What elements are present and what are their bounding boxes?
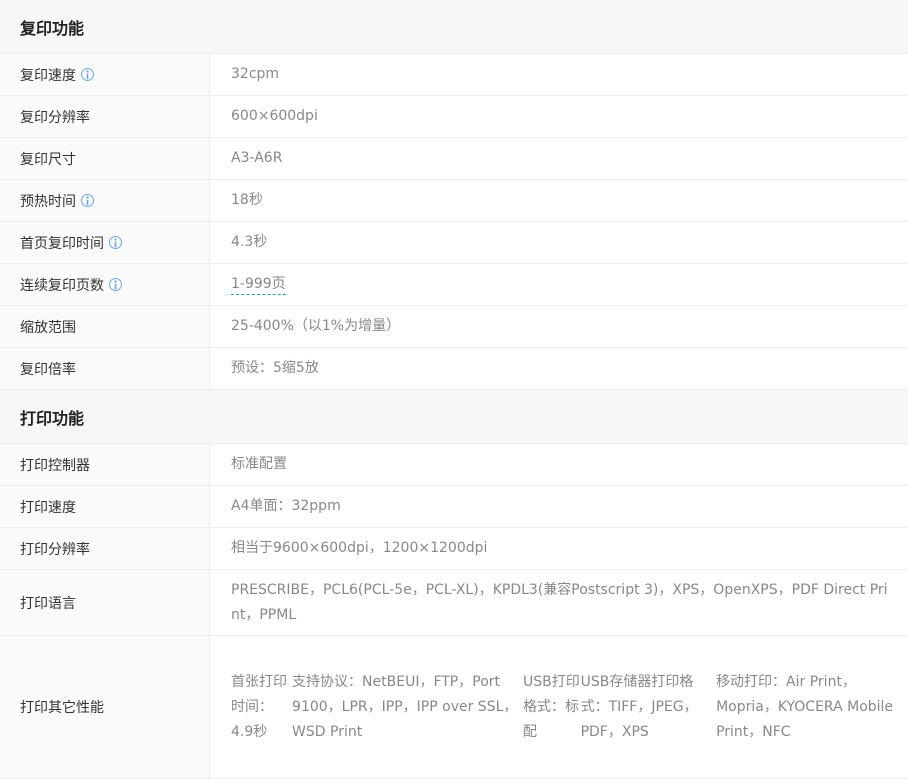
section-header-print: 打印功能 bbox=[0, 390, 908, 444]
spec-label-text: 打印分辨率 bbox=[20, 541, 90, 558]
spec-value-text: 18秒 bbox=[231, 192, 263, 208]
spec-row-print-language: 打印语言 PRESCRIBE，PCL6(PCL-5e，PCL-XL)，KPDL3… bbox=[0, 570, 908, 636]
spec-value-text: A3-A6R bbox=[231, 150, 283, 166]
spec-value: PRESCRIBE，PCL6(PCL-5e，PCL-XL)，KPDL3(兼容Po… bbox=[210, 570, 908, 635]
spec-label: 打印其它性能 bbox=[0, 636, 210, 778]
spec-value: 标准配置 bbox=[210, 444, 908, 485]
info-icon[interactable] bbox=[81, 68, 94, 81]
spec-value: 32cpm bbox=[210, 54, 908, 95]
spec-label-text: 复印分辨率 bbox=[20, 109, 90, 126]
spec-label-text: 打印速度 bbox=[20, 499, 76, 516]
spec-value: A3-A6R bbox=[210, 138, 908, 179]
spec-row-copy-size: 复印尺寸 A3-A6R bbox=[0, 138, 908, 180]
spec-label-text: 复印倍率 bbox=[20, 361, 76, 378]
section-title: 打印功能 bbox=[20, 408, 85, 428]
spec-row-first-copy-time: 首页复印时间 4.3秒 bbox=[0, 222, 908, 264]
spec-value: 相当于9600×600dpi，1200×1200dpi bbox=[210, 528, 908, 569]
spec-value-text: A4单面：32ppm bbox=[231, 498, 341, 514]
spec-label: 复印分辨率 bbox=[0, 96, 210, 137]
spec-label: 打印语言 bbox=[0, 570, 210, 635]
spec-value-text: 预设：5缩5放 bbox=[231, 360, 319, 376]
spec-label: 打印分辨率 bbox=[0, 528, 210, 569]
section-header-copy: 复印功能 bbox=[0, 0, 908, 54]
spec-label: 复印倍率 bbox=[0, 348, 210, 389]
spec-value: 预设：5缩5放 bbox=[210, 348, 908, 389]
spec-value-text: 32cpm bbox=[231, 66, 280, 82]
spec-label: 复印速度 bbox=[0, 54, 210, 95]
spec-value-text: PRESCRIBE，PCL6(PCL-5e，PCL-XL)，KPDL3(兼容Po… bbox=[231, 581, 888, 623]
spec-value-text: 相当于9600×600dpi，1200×1200dpi bbox=[231, 540, 488, 556]
spec-row-print-resolution: 打印分辨率 相当于9600×600dpi，1200×1200dpi bbox=[0, 528, 908, 570]
info-icon[interactable] bbox=[81, 194, 94, 207]
spec-label-text: 复印速度 bbox=[20, 67, 76, 84]
spec-label: 打印控制器 bbox=[0, 444, 210, 485]
spec-label-text: 缩放范围 bbox=[20, 319, 76, 336]
spec-row-warmup-time: 预热时间 18秒 bbox=[0, 180, 908, 222]
spec-label: 缩放范围 bbox=[0, 306, 210, 347]
spec-value-line: 首张打印时间：4.9秒 bbox=[231, 673, 287, 740]
spec-value-line: USB打印格式：标配 bbox=[522, 673, 580, 740]
spec-label: 连续复印页数 bbox=[0, 264, 210, 305]
section-title: 复印功能 bbox=[20, 18, 85, 38]
spec-value-text: 4.3秒 bbox=[231, 234, 268, 250]
spec-label: 预热时间 bbox=[0, 180, 210, 221]
spec-row-copy-resolution: 复印分辨率 600×600dpi bbox=[0, 96, 908, 138]
spec-label-text: 打印控制器 bbox=[20, 457, 90, 474]
spec-value: 18秒 bbox=[210, 180, 908, 221]
spec-value-line: 支持协议：NetBEUI，FTP，Port 9100，LPR，IPP，IPP o… bbox=[292, 673, 518, 740]
spec-label: 打印速度 bbox=[0, 486, 210, 527]
spec-value: 4.3秒 bbox=[210, 222, 908, 263]
spec-value-text: 600×600dpi bbox=[231, 108, 318, 124]
spec-value: 1-999页 bbox=[210, 264, 908, 305]
spec-label: 复印尺寸 bbox=[0, 138, 210, 179]
spec-row-print-speed: 打印速度 A4单面：32ppm bbox=[0, 486, 908, 528]
spec-row-zoom-range: 缩放范围 25-400%（以1%为增量） bbox=[0, 306, 908, 348]
spec-value: A4单面：32ppm bbox=[210, 486, 908, 527]
spec-label-text: 打印语言 bbox=[20, 595, 76, 612]
spec-label-text: 首页复印时间 bbox=[20, 235, 104, 252]
spec-value-link[interactable]: 1-999页 bbox=[231, 274, 286, 295]
spec-label-text: 复印尺寸 bbox=[20, 151, 76, 168]
spec-row-print-other: 打印其它性能 首张打印时间：4.9秒 支持协议：NetBEUI，FTP，Port… bbox=[0, 636, 908, 779]
spec-table: 复印功能 复印速度 32cpm 复印分辨率 600×600dpi 复印尺寸 A3… bbox=[0, 0, 908, 779]
spec-row-print-controller: 打印控制器 标准配置 bbox=[0, 444, 908, 486]
spec-value-text: 25-400%（以1%为增量） bbox=[231, 318, 401, 334]
spec-value: 25-400%（以1%为增量） bbox=[210, 306, 908, 347]
spec-row-copy-speed: 复印速度 32cpm bbox=[0, 54, 908, 96]
spec-value: 600×600dpi bbox=[210, 96, 908, 137]
info-icon[interactable] bbox=[109, 278, 122, 291]
spec-value-line: 移动打印：Air Print，Mopria，KYOCERA Mobile Pri… bbox=[716, 673, 894, 740]
spec-value-list: 首张打印时间：4.9秒 支持协议：NetBEUI，FTP，Port 9100，L… bbox=[210, 636, 908, 778]
spec-label-text: 预热时间 bbox=[20, 193, 76, 210]
info-icon[interactable] bbox=[109, 236, 122, 249]
spec-value-text: 标准配置 bbox=[231, 456, 287, 472]
spec-label-text: 连续复印页数 bbox=[20, 277, 104, 294]
spec-value-line: USB存储器打印格式：TIFF，JPEG，PDF，XPS bbox=[580, 673, 698, 740]
spec-row-copy-ratio: 复印倍率 预设：5缩5放 bbox=[0, 348, 908, 390]
spec-label-text: 打印其它性能 bbox=[20, 700, 104, 716]
spec-label: 首页复印时间 bbox=[0, 222, 210, 263]
spec-row-continuous-copy: 连续复印页数 1-999页 bbox=[0, 264, 908, 306]
